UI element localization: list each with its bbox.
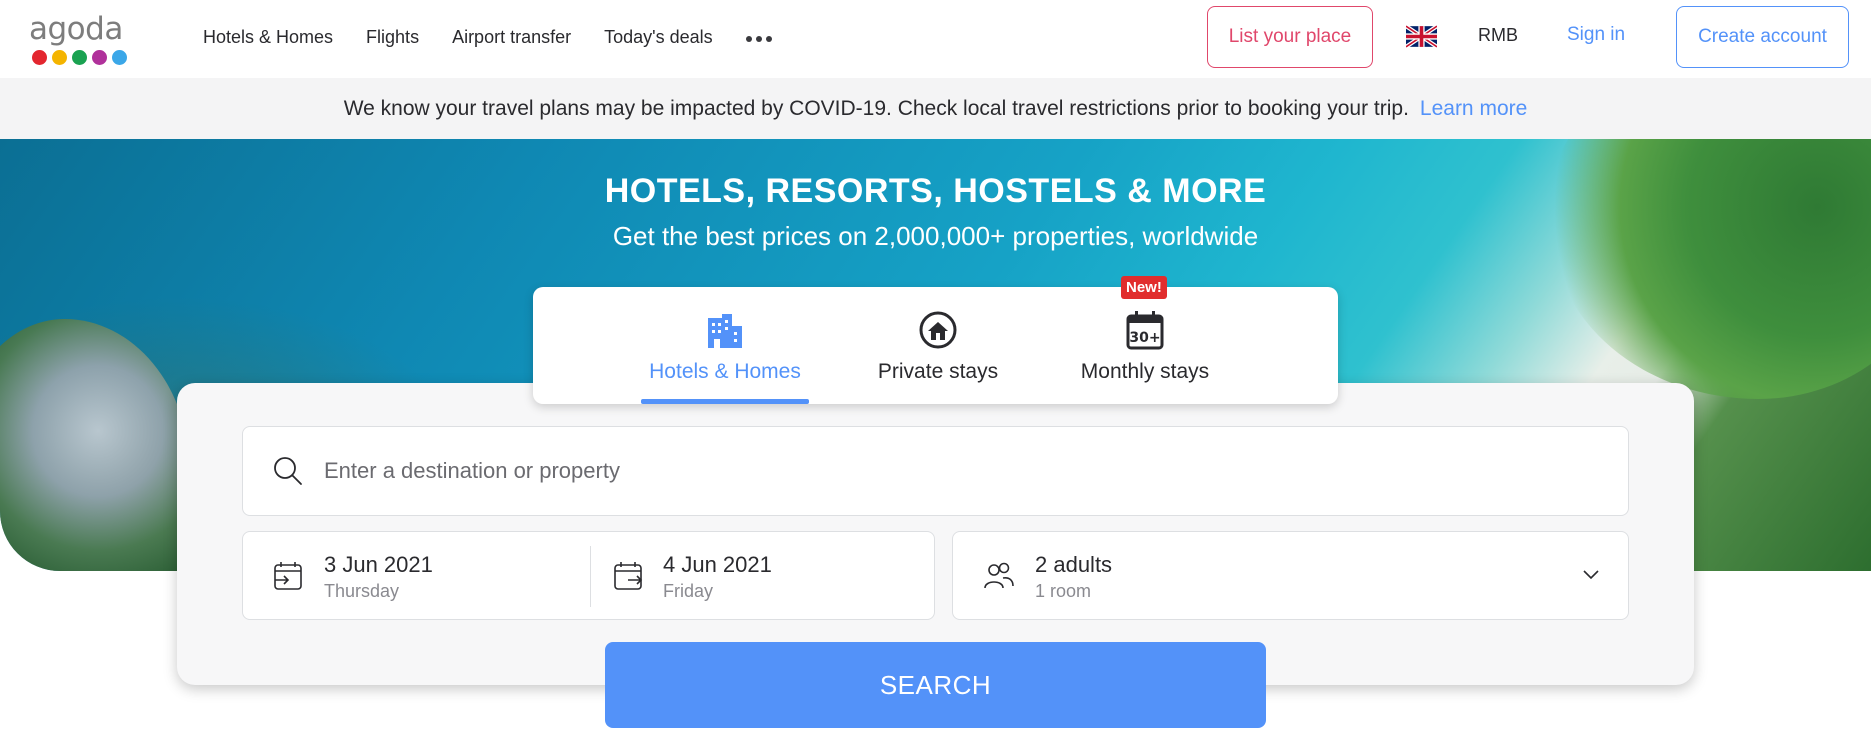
nav-airport-transfer[interactable]: Airport transfer (452, 27, 571, 48)
learn-more-link[interactable]: Learn more (1420, 97, 1527, 121)
tab-label-private-stays: Private stays (877, 360, 999, 383)
tab-monthly-stays[interactable]: 30+ Monthly stays (1070, 287, 1220, 404)
hotel-building-icon (705, 310, 745, 350)
calendar-30-icon: 30+ (1125, 310, 1165, 350)
logo-dot-yellow (52, 50, 67, 65)
people-icon (983, 561, 1015, 596)
search-button[interactable]: SEARCH (605, 642, 1266, 728)
check-in-date-value: 3 Jun 2021 (324, 552, 433, 577)
destination-field[interactable] (242, 426, 1629, 516)
nav-todays-deals[interactable]: Today's deals (604, 27, 713, 48)
top-navigation: agoda Hotels & Homes Flights Airport tra… (0, 0, 1871, 78)
logo-dots (32, 50, 133, 65)
active-tab-indicator (641, 399, 809, 404)
covid-banner-text: We know your travel plans may be impacte… (343, 96, 1409, 120)
logo-dot-blue (112, 50, 127, 65)
tab-label-monthly-stays: Monthly stays (1080, 360, 1210, 383)
destination-input[interactable] (324, 451, 1584, 491)
main-nav: Hotels & Homes Flights Airport transfer … (203, 22, 772, 52)
currency-selector[interactable]: RMB (1478, 25, 1518, 46)
sign-in-link[interactable]: Sign in (1567, 24, 1625, 46)
nav-hotels-homes[interactable]: Hotels & Homes (203, 27, 333, 48)
guests-count: 2 adults (1035, 552, 1113, 577)
guests-selector[interactable]: 2 adults 1 room (952, 531, 1629, 620)
hero-subtitle: Get the best prices on 2,000,000+ proper… (612, 221, 1259, 251)
nav-flights[interactable]: Flights (366, 27, 419, 48)
svg-text:30+: 30+ (1129, 330, 1160, 346)
check-out-calendar-icon (613, 561, 643, 596)
check-in-day: Thursday (324, 581, 400, 601)
logo-dot-purple (92, 50, 107, 65)
rooms-count: 1 room (1035, 581, 1092, 601)
tab-private-stays[interactable]: Private stays (868, 287, 1008, 404)
house-icon (918, 310, 958, 350)
check-out-day: Friday (663, 581, 714, 601)
chevron-down-icon (1582, 568, 1600, 586)
more-dots-icon[interactable] (745, 22, 772, 52)
tab-label-hotels-homes: Hotels & Homes (649, 360, 801, 383)
logo-dot-green (72, 50, 87, 65)
search-tabs: Hotels & Homes Private stays 30+ Monthly… (533, 287, 1338, 404)
new-badge: New! (1121, 276, 1167, 299)
date-range-picker: 3 Jun 2021 Thursday 4 Jun 2021 Friday (242, 531, 935, 620)
create-account-button[interactable]: Create account (1676, 6, 1849, 68)
check-out-date[interactable]: 4 Jun 2021 Friday (591, 532, 936, 621)
check-in-date[interactable]: 3 Jun 2021 Thursday (243, 532, 590, 621)
logo-dot-red (32, 50, 47, 65)
hero-title: HOTELS, RESORTS, HOSTELS & MORE (604, 172, 1267, 210)
agoda-logo[interactable]: agoda (29, 12, 133, 68)
logo-wordmark: agoda (29, 11, 123, 47)
check-in-calendar-icon (273, 561, 303, 596)
tab-hotels-homes[interactable]: Hotels & Homes (641, 287, 809, 404)
covid-banner: We know your travel plans may be impacte… (0, 78, 1871, 139)
check-out-date-value: 4 Jun 2021 (663, 552, 772, 577)
search-icon (273, 456, 303, 491)
uk-flag-icon[interactable] (1406, 25, 1437, 48)
list-your-place-button[interactable]: List your place (1207, 6, 1373, 68)
hero-island-rocks (0, 319, 190, 571)
